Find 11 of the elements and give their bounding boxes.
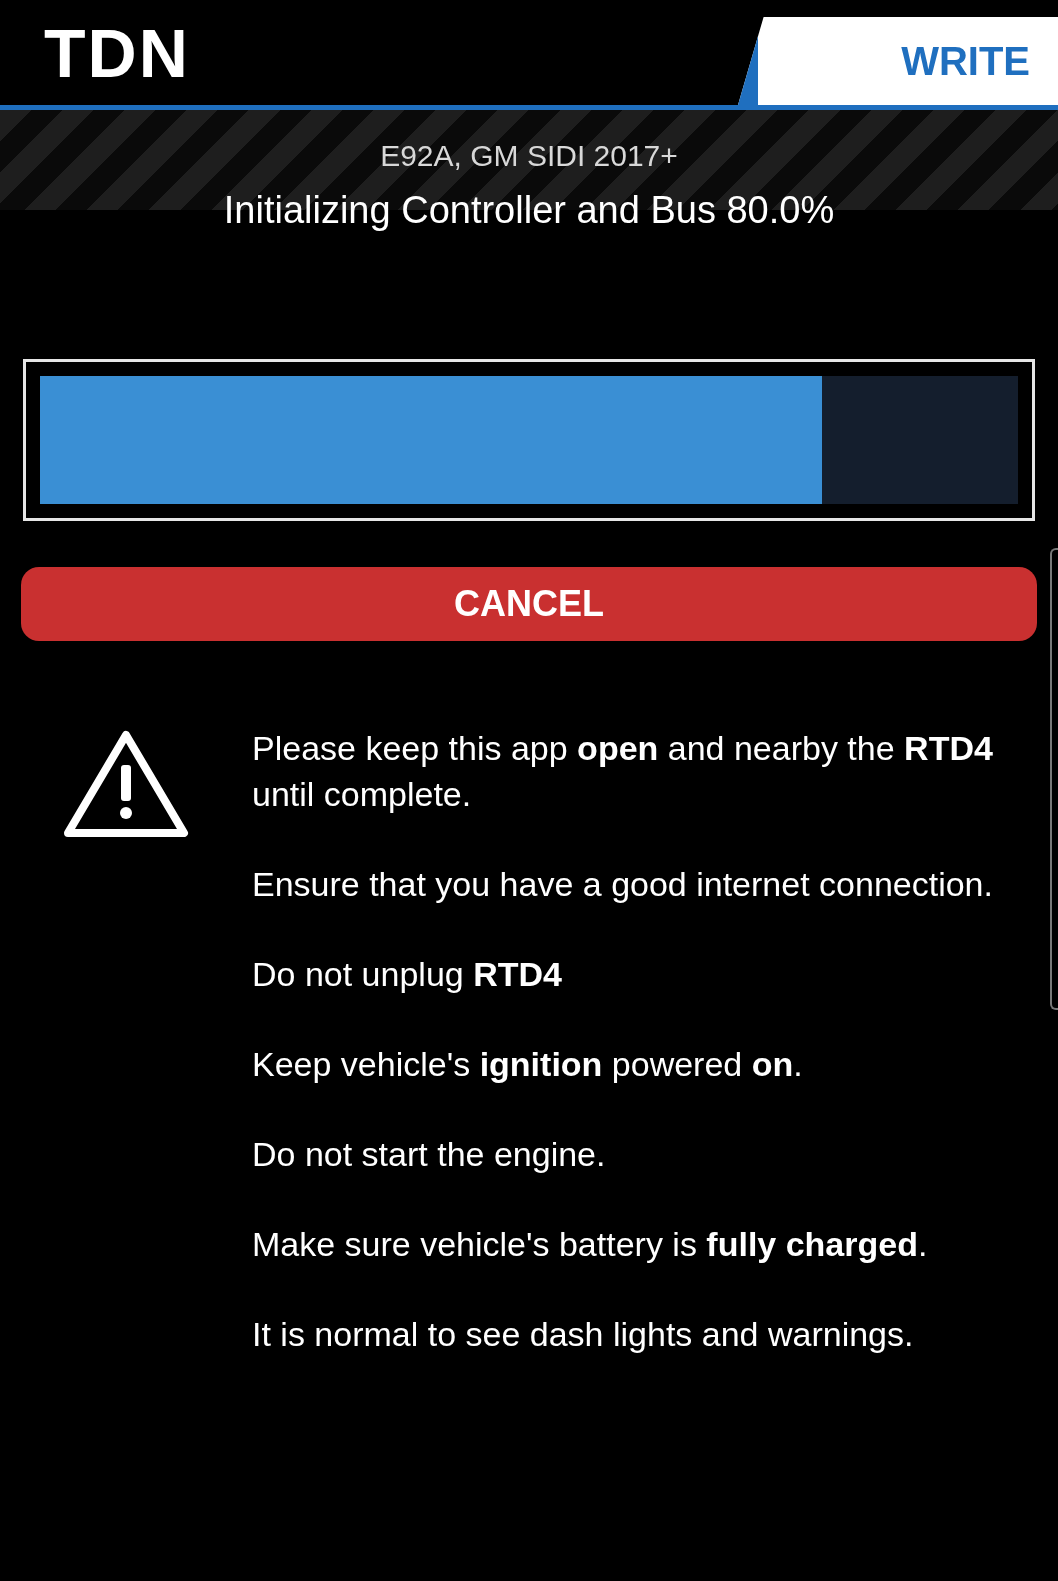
app-logo: TDN (44, 18, 190, 87)
instruction-text: Do not start the engine. (252, 1134, 607, 1175)
status-text: Initializing Controller and Bus 80.0% (223, 188, 835, 233)
instruction-text: Make sure vehicle's battery is fully charged. (252, 1224, 929, 1265)
vehicle-label: E92A, GM SIDI 2017+ (380, 137, 678, 174)
instruction-text: Keep vehicle's ignition powered on. (252, 1044, 804, 1085)
instruction-text: Ensure that you have a good internet connection. (252, 864, 994, 905)
instruction-text: It is normal to see dash lights and warnings. (252, 1314, 915, 1355)
instruction-text: Do not unplug RTD4 (252, 954, 563, 995)
instruction-text: Please keep this app open and nearby the RTD4 until complete. (252, 728, 994, 815)
cancel-button[interactable]: CANCEL (21, 567, 1037, 641)
